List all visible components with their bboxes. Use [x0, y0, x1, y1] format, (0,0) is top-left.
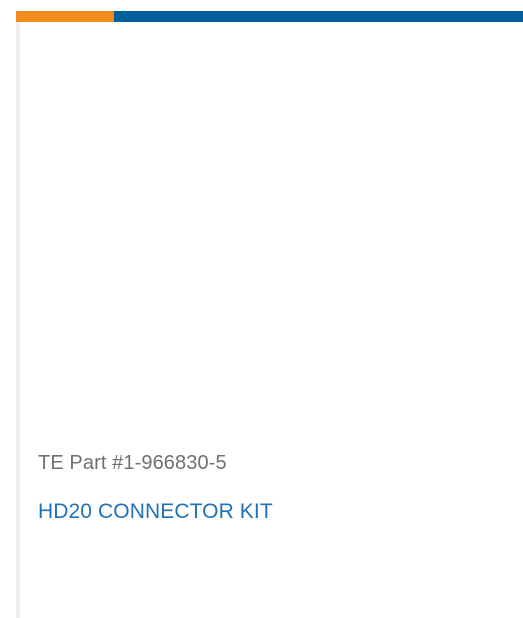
- part-number: TE Part #1-966830-5: [38, 452, 227, 474]
- product-title-link[interactable]: HD20 CONNECTOR KIT: [38, 500, 273, 524]
- card-left-border: [16, 22, 20, 618]
- card-accent-bar: [16, 11, 523, 22]
- product-card[interactable]: TE Part #1-966830-5 HD20 CONNECTOR KIT: [0, 0, 523, 618]
- accent-bar-blue-segment: [114, 11, 523, 22]
- accent-bar-orange-segment: [16, 11, 114, 22]
